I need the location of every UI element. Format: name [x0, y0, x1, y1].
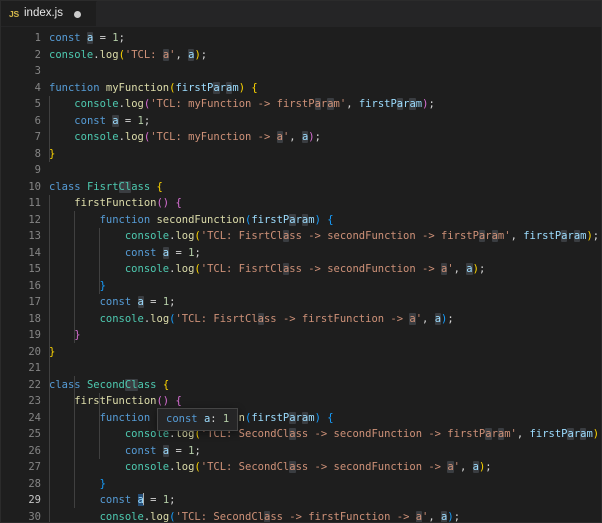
line-number: 15	[28, 263, 41, 275]
line-number: 12	[28, 213, 41, 226]
line-number: 20	[28, 345, 41, 358]
line-number: 10	[28, 180, 41, 193]
line-number: 28	[28, 477, 41, 490]
code-line[interactable]: 16 }	[1, 278, 601, 295]
javascript-file-icon: JS	[9, 8, 19, 19]
line-number: 23	[28, 395, 41, 407]
line-number: 22	[28, 378, 41, 391]
line-number: 26	[28, 444, 41, 457]
code-line[interactable]: 4 function myFunction(firstParam) {	[1, 80, 601, 97]
line-number: 13	[28, 230, 41, 242]
code-line[interactable]: 7 console.log('TCL: myFunction -> a', a)…	[1, 129, 601, 146]
code-line[interactable]: 14 const a = 1;	[1, 245, 601, 262]
line-number: 11	[28, 197, 41, 209]
code-line[interactable]: 30 console.log('TCL: SecondClass -> firs…	[1, 509, 601, 523]
code-line[interactable]: 5 console.log('TCL: myFunction -> firstP…	[1, 96, 601, 113]
code-line[interactable]: 11 firstFunction() {	[1, 195, 601, 212]
hover-value: 1	[222, 413, 230, 425]
text-cursor	[142, 493, 144, 505]
code-line-active[interactable]: 29 const a = 1;	[1, 492, 601, 509]
line-number-active: 29	[28, 494, 41, 506]
code-line[interactable]: 25 console.log('TCL: SecondClass -> seco…	[1, 426, 601, 443]
line-number: 25	[28, 428, 41, 440]
unsaved-changes-dot-icon[interactable]	[74, 10, 81, 18]
line-number: 8	[34, 147, 41, 160]
tab-label: index.js	[24, 7, 63, 20]
code-line[interactable]: 22 class SecondClass {	[1, 377, 601, 394]
code-line[interactable]: 12 function secondFunction(firstParam) {	[1, 212, 601, 229]
code-line[interactable]: 18 console.log('TCL: FisrtClass -> first…	[1, 311, 601, 328]
hover-separator: :	[210, 413, 223, 425]
code-line[interactable]: 13 console.log('TCL: FisrtClass -> secon…	[1, 228, 601, 245]
code-line[interactable]: 9	[1, 162, 601, 179]
line-number: 18	[28, 312, 41, 325]
line-number: 14	[28, 246, 41, 259]
code-lines-container[interactable]: 1 const a = 1; 2 console.log('TCL: a', a);…	[1, 27, 601, 523]
line-number: 7	[34, 131, 41, 143]
line-number: 4	[34, 81, 41, 94]
code-line[interactable]: 15 console.log('TCL: FisrtClass -> secon…	[1, 261, 601, 278]
line-number: 27	[28, 461, 41, 473]
hover-keyword: const	[166, 413, 198, 425]
code-line[interactable]: 28 }	[1, 476, 601, 493]
line-number: 3	[34, 65, 41, 77]
code-line[interactable]: 27 console.log('TCL: SecondClass -> seco…	[1, 459, 601, 476]
code-line[interactable]: 6 const a = 1;	[1, 113, 601, 130]
code-line[interactable]: 17 const a = 1;	[1, 294, 601, 311]
line-number: 9	[34, 164, 41, 176]
line-number: 5	[34, 98, 41, 110]
code-line[interactable]: 21	[1, 360, 601, 377]
line-number: 24	[28, 411, 41, 424]
line-number: 16	[28, 279, 41, 292]
code-line[interactable]: 8}	[1, 146, 601, 163]
code-line[interactable]: 20}	[1, 344, 601, 361]
code-line[interactable]: 1 const a = 1;	[1, 30, 601, 47]
code-line[interactable]: 10 class FisrtClass {	[1, 179, 601, 196]
line-number: 21	[28, 362, 41, 374]
code-line[interactable]: 24 function secondFunction(firstParam) {	[1, 410, 601, 427]
line-number: 1	[34, 32, 41, 44]
tab-bar-empty-space	[97, 1, 601, 26]
code-line[interactable]: 2 console.log('TCL: a', a);	[1, 47, 601, 64]
code-line[interactable]: 26 const a = 1;	[1, 443, 601, 460]
line-number: 17	[28, 296, 41, 308]
editor-tab-bar: JS index.js	[1, 1, 601, 27]
code-line[interactable]: 23 firstFunction() {	[1, 393, 601, 410]
line-number: 2	[34, 48, 41, 61]
tab-index-js[interactable]: JS index.js	[1, 1, 97, 26]
code-line[interactable]: 19 }	[1, 327, 601, 344]
vscode-editor-window: JS index.js 1 const a = 1; 2 console.log('…	[0, 0, 602, 523]
code-editor-area[interactable]: 1 const a = 1; 2 console.log('TCL: a', a);…	[1, 27, 601, 523]
line-number: 6	[34, 114, 41, 127]
hover-tooltip: const a: 1	[157, 408, 239, 431]
code-line[interactable]: 3	[1, 63, 601, 80]
line-number: 30	[28, 510, 41, 523]
line-number: 19	[28, 329, 41, 341]
